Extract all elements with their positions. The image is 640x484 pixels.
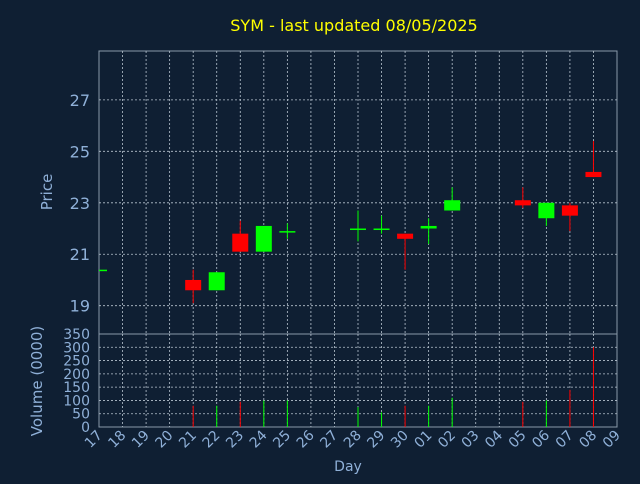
x-tick-label: 19 — [129, 428, 153, 452]
candlestick-chart: SYM - last updated 08/05/2025 Price Volu… — [28, 16, 624, 475]
chart-title: SYM - last updated 08/05/2025 — [230, 16, 477, 35]
x-tick-label: 03 — [459, 428, 483, 452]
x-tick-label: 20 — [153, 428, 177, 452]
candle-body — [397, 233, 414, 239]
candle-body — [208, 272, 225, 291]
volume-axis-label: Volume (0000) — [28, 326, 46, 436]
price-tick-label: 23 — [70, 194, 90, 213]
candle-body — [255, 225, 272, 252]
price-tick-label: 21 — [70, 245, 90, 264]
x-tick-label: 06 — [529, 427, 553, 451]
price-tick-label: 25 — [70, 142, 90, 161]
candle-body — [185, 279, 202, 291]
x-tick-label: 22 — [200, 428, 224, 452]
candle-body — [561, 205, 578, 216]
candle-body — [99, 269, 107, 272]
candle-body — [514, 200, 531, 206]
x-tick-label: 05 — [506, 428, 530, 452]
candle-body — [279, 231, 296, 233]
x-tick-label: 21 — [176, 428, 200, 452]
x-axis-label: Day — [334, 459, 362, 475]
x-tick-label: 02 — [435, 428, 459, 452]
candle-body — [444, 200, 461, 211]
x-tick-label: 28 — [341, 428, 365, 452]
price-tick-label: 19 — [70, 297, 90, 316]
x-tick-label: 07 — [553, 428, 577, 452]
x-tick-label: 09 — [600, 428, 624, 452]
x-tick-label: 26 — [294, 427, 318, 451]
x-tick-label: 30 — [388, 428, 412, 452]
price-axis-label: Price — [38, 174, 56, 211]
candle-body — [538, 202, 555, 219]
x-tick-label: 23 — [223, 428, 247, 452]
candle-body — [420, 225, 437, 229]
candle-body — [350, 228, 366, 231]
candle-body — [232, 233, 249, 252]
x-tick-label: 04 — [482, 427, 506, 451]
x-tick-label: 29 — [364, 428, 388, 452]
volume-tick-label: 350 — [63, 327, 90, 343]
x-tick-label: 27 — [317, 428, 341, 452]
x-tick-label: 08 — [576, 428, 600, 452]
chart-stage: SYM - last updated 08/05/2025 Price Volu… — [0, 0, 640, 480]
x-tick-label: 24 — [247, 427, 271, 451]
x-tick-label: 25 — [270, 428, 294, 452]
x-tick-label: 01 — [412, 428, 436, 452]
candle-body — [585, 171, 602, 178]
price-tick-label: 27 — [70, 91, 90, 110]
x-tick-label: 18 — [105, 428, 129, 452]
candle-body — [373, 228, 390, 231]
